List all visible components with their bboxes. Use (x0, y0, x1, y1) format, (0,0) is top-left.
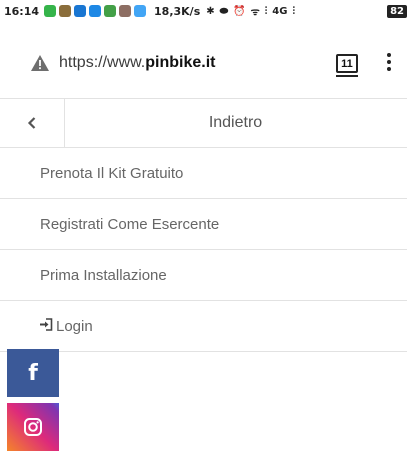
facebook-button[interactable]: f (7, 349, 59, 397)
notification-app-icon (44, 5, 57, 17)
status-time: 16:14 (4, 4, 40, 18)
menu-item-label: Registrati Come Esercente (40, 215, 220, 233)
notification-app-icon (74, 5, 87, 17)
menu-item-install[interactable]: Prima Installazione (0, 250, 407, 301)
notification-app-icon (59, 5, 72, 17)
menu-item-kit[interactable]: Prenota Il Kit Gratuito (0, 148, 407, 199)
url-prefix: https://www. (59, 54, 146, 71)
back-button[interactable] (0, 99, 65, 147)
menu-back-row[interactable]: Indietro (0, 98, 407, 148)
network-speed: 18,3K/s (154, 4, 201, 18)
hotspot-icon: ᯤ (250, 7, 260, 18)
status-bar: 16:14 18,3K/s ✱ ⬬ ⏰ ᯤ ⫶ 4G ⫶ 82 (0, 0, 407, 22)
address-bar[interactable]: https://www.pinbike.it 11 (0, 40, 407, 86)
signal-icon: ⫶ (292, 5, 295, 17)
tab-count: 11 (341, 57, 353, 70)
notification-icons (44, 5, 147, 17)
toggle-icon: ⬬ (219, 5, 229, 17)
menu-item-register[interactable]: Registrati Come Esercente (0, 199, 407, 250)
notification-app-icon (104, 5, 117, 17)
notification-app-icon (134, 5, 147, 17)
url-domain: pinbike.it (145, 54, 216, 71)
instagram-button[interactable] (7, 403, 59, 451)
tab-switcher-button[interactable]: 11 (336, 54, 358, 77)
overflow-menu-icon[interactable] (387, 53, 391, 74)
battery-level: 82 (387, 4, 407, 18)
notification-app-icon (89, 5, 102, 17)
menu-item-login[interactable]: Login (0, 301, 407, 352)
menu-item-label: Prima Installazione (40, 266, 167, 284)
login-label: Login (56, 317, 93, 335)
network-type: 4G (272, 5, 288, 17)
url-text[interactable]: https://www.pinbike.it (59, 54, 215, 72)
bluetooth-icon: ✱ (206, 5, 215, 17)
menu-item-label: Prenota Il Kit Gratuito (40, 164, 184, 182)
sign-in-icon (39, 318, 53, 334)
back-label[interactable]: Indietro (64, 99, 407, 147)
instagram-icon (24, 418, 42, 436)
chevron-left-icon (27, 117, 36, 129)
signal-icon: ⫶ (264, 5, 268, 17)
alarm-icon: ⏰ (233, 5, 246, 17)
facebook-icon: f (28, 360, 38, 386)
system-icons: ✱ ⬬ ⏰ ᯤ ⫶ 4G ⫶ (206, 4, 295, 19)
notification-app-icon (119, 5, 132, 17)
warning-icon[interactable] (30, 54, 50, 72)
